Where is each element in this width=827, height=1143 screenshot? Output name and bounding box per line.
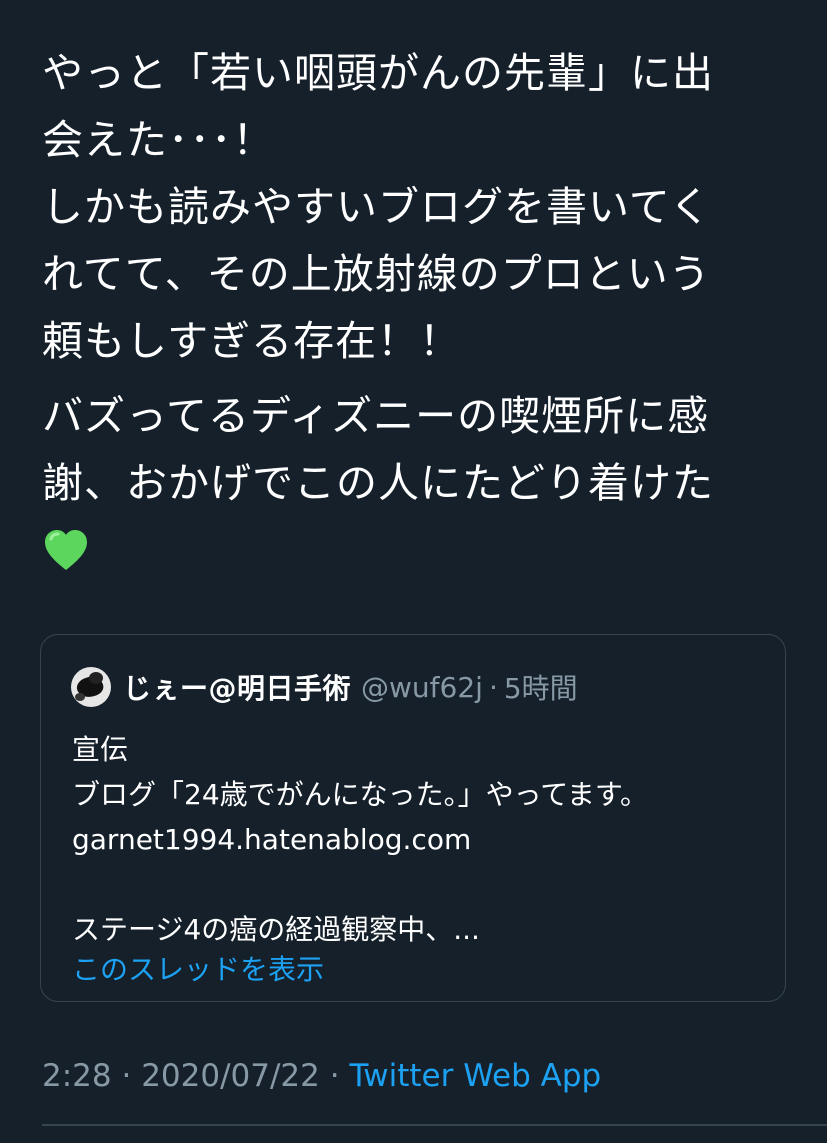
green-heart-icon xyxy=(42,527,90,575)
quoted-tweet-card[interactable]: じぇー@明日手術 @wuf62j · 5時間 宣伝 ブログ「24歳でがんになった… xyxy=(40,634,786,1002)
show-thread-link[interactable]: このスレッドを表示 xyxy=(72,947,324,992)
avatar[interactable] xyxy=(71,667,111,707)
separator-dot: · xyxy=(329,1058,350,1094)
quoted-text-link: garnet1994.hatenablog.com xyxy=(72,823,472,856)
tweet-text-line: れてて、その上放射線のプロという xyxy=(42,250,711,298)
emoji-line xyxy=(42,517,802,584)
quoted-display-name[interactable]: じぇー@明日手術 xyxy=(123,667,351,707)
tweet-date[interactable]: 2020/07/22 xyxy=(141,1058,320,1094)
source-app-link[interactable]: Twitter Web App xyxy=(349,1058,601,1094)
separator-dot: · xyxy=(121,1058,142,1094)
divider xyxy=(42,1124,827,1126)
tweet-text-line: やっと「若い咽頭がんの先輩」に出 xyxy=(42,49,714,97)
quoted-text-line: 宣伝 xyxy=(72,733,129,766)
tweet-body: やっと「若い咽頭がんの先輩」に出 会えた･･･！ しかも読みやすいブログを書いて… xyxy=(42,40,802,584)
quoted-text-line: ステージ4の癌の経過観察中、... xyxy=(72,913,480,946)
tweet-paragraph-2: バズってるディズニーの喫煙所に感 謝、おかげでこの人にたどり着けた xyxy=(42,383,802,517)
quoted-text-blank xyxy=(72,862,648,907)
tweet-time[interactable]: 2:28 xyxy=(42,1058,112,1094)
tweet-text-line: しかも読みやすいブログを書いてく xyxy=(42,183,712,231)
tweet-text-line: 頼もしすぎる存在！！ xyxy=(42,317,462,365)
quoted-tweet-header: じぇー@明日手術 @wuf62j · 5時間 xyxy=(71,665,578,709)
tweet-paragraph-1: やっと「若い咽頭がんの先輩」に出 会えた･･･！ しかも読みやすいブログを書いて… xyxy=(42,40,802,375)
tweet-text-line: 謝、おかげでこの人にたどり着けた xyxy=(42,459,714,507)
quoted-handle[interactable]: @wuf62j xyxy=(361,671,483,704)
quoted-tweet-text: 宣伝 ブログ「24歳でがんになった。」やってます。 garnet1994.hat… xyxy=(72,727,648,952)
quoted-text-line: ブログ「24歳でがんになった。」やってます。 xyxy=(72,778,649,811)
tweet-text-line: バズってるディズニーの喫煙所に感 xyxy=(42,392,710,440)
quoted-timestamp[interactable]: 5時間 xyxy=(504,667,578,707)
separator-dot: · xyxy=(488,670,498,704)
tweet-text-line: 会えた･･･！ xyxy=(42,116,275,164)
tweet-meta: 2:28 · 2020/07/22 · Twitter Web App xyxy=(42,1052,601,1100)
